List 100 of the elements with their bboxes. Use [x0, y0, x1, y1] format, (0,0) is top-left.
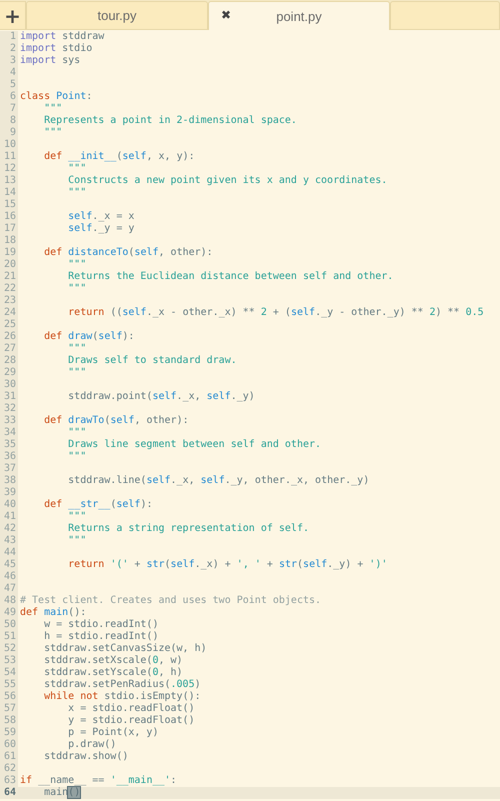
- code-line: while not stdio.isEmpty():: [43, 691, 201, 702]
- code-line: x = stdio.readFloat(): [67, 703, 195, 714]
- code-line: """: [67, 343, 86, 354]
- line-number: 6: [0, 91, 18, 103]
- code-line: Draws self to standard draw.: [67, 355, 237, 366]
- code-line: p = Point(x, y): [67, 727, 158, 738]
- line-number: 13: [0, 175, 18, 187]
- line-number: 35: [0, 439, 18, 451]
- code-line: def distanceTo(self, other):: [43, 247, 213, 258]
- code-line: """: [43, 127, 62, 138]
- line-number: 18: [0, 235, 18, 247]
- new-tab-button[interactable]: +: [0, 1, 26, 29]
- code-line: import sys: [20, 55, 80, 66]
- line-number: 2: [0, 43, 18, 55]
- code-line: return '(' + str(self._x) + ', ' + str(self._y) + ')': [67, 559, 388, 570]
- code-line: import stdio: [20, 43, 92, 54]
- line-number: 1: [0, 31, 18, 43]
- line-number: 57: [0, 703, 18, 715]
- code-line: def __init__(self, x, y):: [43, 151, 195, 162]
- close-tab-button[interactable]: ✖: [221, 8, 232, 22]
- line-number: 38: [0, 475, 18, 487]
- code-line: Draws line segment between self and other.: [67, 439, 322, 450]
- line-number: 47: [0, 583, 18, 595]
- code-line: return ((self._x - other._x) ** 2 + (self._y - other._y) ** 2) ** 0.5: [67, 307, 484, 318]
- code-line: Returns the Euclidean distance between self and other.: [67, 271, 394, 282]
- line-number: 50: [0, 619, 18, 631]
- line-number: 7: [0, 103, 18, 115]
- line-number: 5: [0, 79, 18, 91]
- code-line: """: [67, 451, 86, 462]
- code-line: w = stdio.readInt(): [43, 619, 158, 630]
- line-number: 52: [0, 643, 18, 655]
- line-number: 41: [0, 511, 18, 523]
- line-number: 12: [0, 163, 18, 175]
- line-number: 3: [0, 55, 18, 67]
- code-line: Represents a point in 2-dimensional space.: [43, 115, 297, 126]
- line-number: 17: [0, 223, 18, 235]
- line-number: 24: [0, 307, 18, 319]
- line-number: 46: [0, 571, 18, 583]
- code-line: """: [67, 283, 86, 294]
- file-tab[interactable]: tour.py: [26, 1, 208, 29]
- line-number: 40: [0, 499, 18, 511]
- line-number: 49: [0, 607, 18, 619]
- code-line: def draw(self):: [43, 331, 134, 342]
- line-number: 29: [0, 367, 18, 379]
- code-line: stddraw.setCanvasSize(w, h): [43, 643, 207, 654]
- code-line: self._x = x: [67, 211, 134, 222]
- code-line: stddraw.setPenRadius(.005): [43, 679, 201, 690]
- code-line: self._y = y: [67, 223, 134, 234]
- line-number: 30: [0, 379, 18, 391]
- line-number: 62: [0, 763, 18, 775]
- code-line: """: [67, 163, 86, 174]
- code-line: """: [67, 259, 86, 270]
- code-line: Constructs a new point given its x and y coordinates.: [67, 175, 388, 186]
- line-number: 20: [0, 259, 18, 271]
- line-number: 4: [0, 67, 18, 79]
- line-number: 19: [0, 247, 18, 259]
- code-line: # Test client. Creates and uses two Point objects.: [20, 595, 322, 606]
- line-number: 25: [0, 319, 18, 331]
- line-number: 42: [0, 523, 18, 535]
- code-line: """: [43, 103, 62, 114]
- line-number: 58: [0, 715, 18, 727]
- line-number: 26: [0, 331, 18, 343]
- line-number: 36: [0, 451, 18, 463]
- code-line: """: [67, 367, 86, 378]
- file-tab[interactable]: point.py ✖: [208, 1, 390, 30]
- code-line: stddraw.setXscale(0, w): [43, 655, 183, 666]
- code-line: stddraw.setYscale(0, h): [43, 667, 183, 678]
- line-number: 43: [0, 535, 18, 547]
- line-number: 10: [0, 139, 18, 151]
- line-number: 27: [0, 343, 18, 355]
- line-number: 54: [0, 667, 18, 679]
- code-line: def drawTo(self, other):: [43, 415, 189, 426]
- code-line: h = stdio.readInt(): [43, 631, 158, 642]
- code-line: stddraw.line(self._x, self._y, other._x, other._y): [67, 475, 370, 486]
- line-number: 59: [0, 727, 18, 739]
- code-line: """: [67, 187, 86, 198]
- line-number: 60: [0, 739, 18, 751]
- line-number: 32: [0, 403, 18, 415]
- line-number: 53: [0, 655, 18, 667]
- code-line: stddraw.show(): [43, 751, 128, 762]
- line-number: 31: [0, 391, 18, 403]
- line-number: 37: [0, 463, 18, 475]
- line-number: 55: [0, 679, 18, 691]
- line-number: 56: [0, 691, 18, 703]
- line-number: 61: [0, 751, 18, 763]
- line-number: 28: [0, 355, 18, 367]
- code-line: if __name__ == '__main__':: [20, 775, 177, 786]
- code-line: def main():: [20, 607, 86, 618]
- line-number: 39: [0, 487, 18, 499]
- line-number: 51: [0, 631, 18, 643]
- line-number: 44: [0, 547, 18, 559]
- line-number: 63: [0, 775, 18, 787]
- line-number: 15: [0, 199, 18, 211]
- line-number: 22: [0, 283, 18, 295]
- line-number: 14: [0, 187, 18, 199]
- code-line: main(): [43, 787, 80, 798]
- line-number: 34: [0, 427, 18, 439]
- line-number: 21: [0, 271, 18, 283]
- line-number: 8: [0, 115, 18, 127]
- line-number: 33: [0, 415, 18, 427]
